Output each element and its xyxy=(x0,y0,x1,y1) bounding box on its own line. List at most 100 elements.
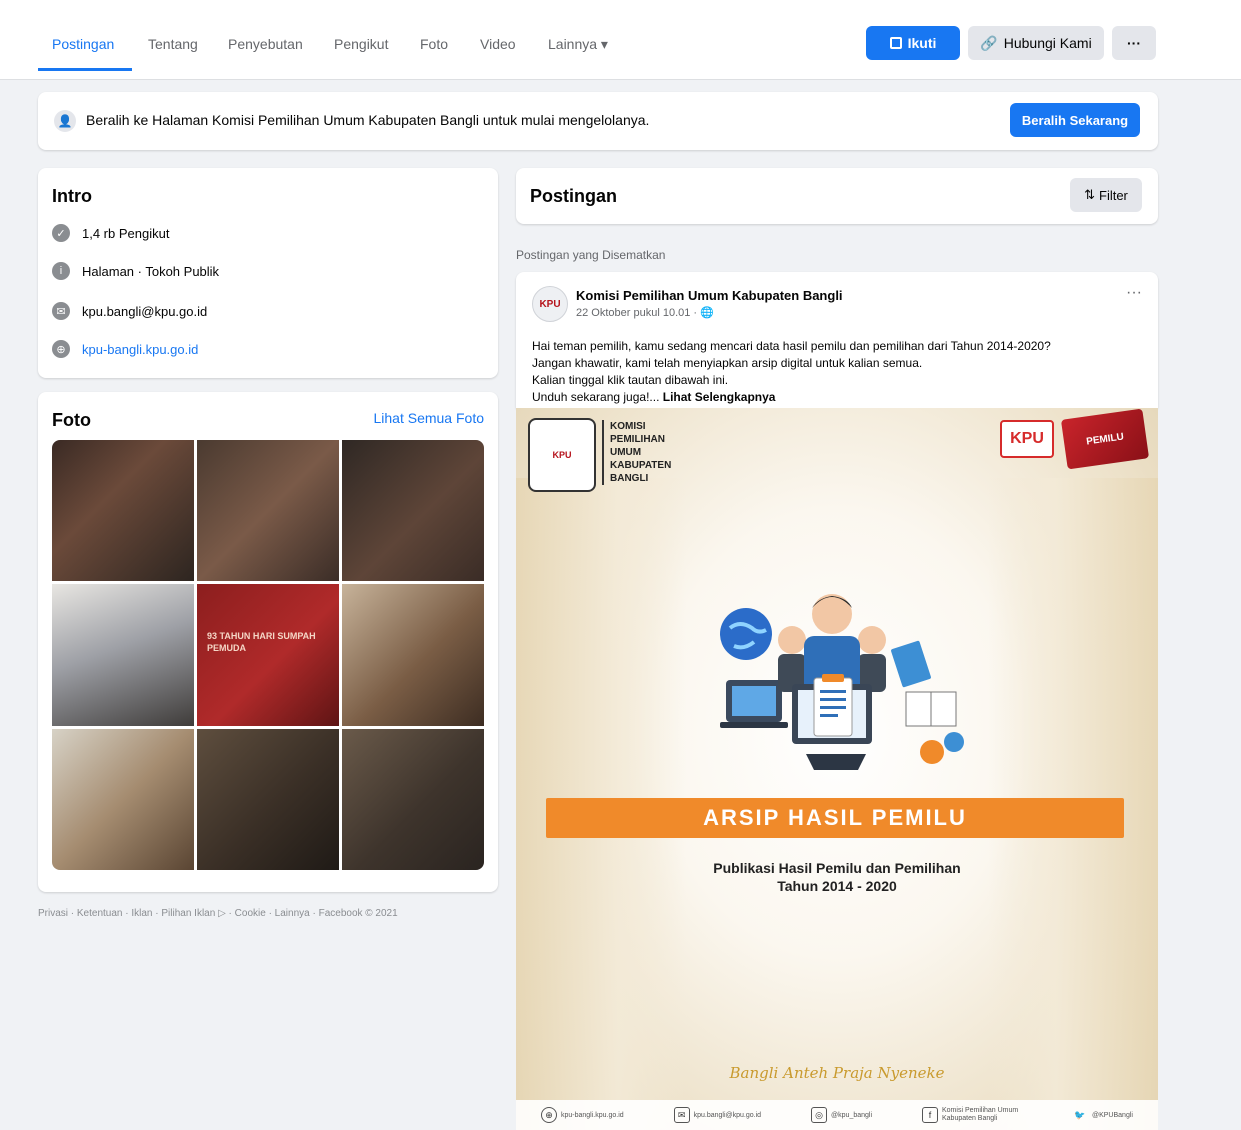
globe-icon: ⊕ xyxy=(52,340,70,358)
contact-text: @KPUBangli xyxy=(1091,1111,1133,1119)
tab-penyebutan[interactable]: Penyebutan xyxy=(228,36,303,52)
profile-switch-icon: 👤 xyxy=(54,110,76,132)
photo-thumbnail[interactable] xyxy=(52,584,194,726)
page-tab-bar: Postingan Tentang Penyebutan Pengikut Fo… xyxy=(0,0,1241,80)
kpu-badge: KPU xyxy=(1000,420,1054,458)
contact-button-label: Hubungi Kami xyxy=(1003,35,1092,51)
photo-thumbnail[interactable] xyxy=(197,728,339,870)
active-tab-indicator xyxy=(38,68,132,71)
contact-email: ✉ kpu.bangli@kpu.go.id xyxy=(673,1107,762,1123)
footer-links[interactable]: Privasi · Ketentuan · Iklan · Pilihan Ik… xyxy=(38,908,398,919)
post-timestamp[interactable]: 22 Oktober pukul 10.01 · 🌐 xyxy=(576,306,714,319)
photo-thumbnail[interactable] xyxy=(52,440,194,582)
posts-title: Postingan xyxy=(530,186,618,206)
photo-caption: 93 TAHUN HARI SUMPAH PEMUDA xyxy=(207,631,316,654)
see-more-link[interactable]: Lihat Selengkapnya xyxy=(663,390,776,404)
org-line: KABUPATEN xyxy=(610,460,672,471)
photo-grid: 93 TAHUN HARI SUMPAH PEMUDA xyxy=(52,440,484,870)
tab-tentang[interactable]: Tentang xyxy=(148,36,198,52)
tab-postingan[interactable]: Postingan xyxy=(52,36,114,52)
election-archive-illustration xyxy=(720,594,964,770)
intro-followers: ✓ 1,4 rb Pengikut xyxy=(52,224,169,242)
intro-website: ⊕ kpu-bangli.kpu.go.id xyxy=(52,340,198,358)
email-text[interactable]: kpu.bangli@kpu.go.id xyxy=(82,304,207,319)
filter-icon: ⇅ xyxy=(1084,187,1095,202)
photos-card: Foto Lihat Semua Foto 93 TAHUN HARI SUMP… xyxy=(38,392,498,892)
filter-label: Filter xyxy=(1099,187,1128,203)
category-text: Halaman · Tokoh Publik xyxy=(82,263,220,279)
page-avatar[interactable]: KPU xyxy=(532,286,568,322)
contact-text: kpu-bangli.kpu.go.id xyxy=(560,1111,624,1119)
post-line: Jangan khawatir, kami telah menyiapkan a… xyxy=(532,356,923,370)
book-illustration xyxy=(891,640,931,688)
post-more-icon[interactable]: ··· xyxy=(1126,284,1142,302)
instagram-icon: ◎ xyxy=(811,1107,828,1123)
intro-title: Intro xyxy=(52,186,92,206)
globe-icon: ⊕ xyxy=(540,1107,557,1123)
poster-subtitle-2: Tahun 2014 - 2020 xyxy=(777,878,897,894)
tab-lainnya[interactable]: Lainnya ▾ xyxy=(548,36,608,53)
org-line: UMUM xyxy=(610,447,642,458)
photo-thumbnail[interactable] xyxy=(342,440,484,582)
post-image[interactable]: KPU KOMISI PEMILIHAN UMUM KABUPATEN BANG… xyxy=(516,408,1158,1130)
kpu-org-name: KOMISI PEMILIHAN UMUM KABUPATEN BANGLI xyxy=(602,420,722,485)
post-line: Unduh sekarang juga!... Lihat Selengkapn… xyxy=(532,389,1142,406)
org-line: KOMISI xyxy=(610,421,646,432)
followers-text: 1,4 rb Pengikut xyxy=(82,225,170,241)
photo-thumbnail[interactable] xyxy=(342,584,484,726)
pinned-post-label: Postingan yang Disematkan xyxy=(516,248,666,262)
contact-text: @kpu_bangli xyxy=(831,1111,873,1119)
switch-page-banner: 👤 Beralih ke Halaman Komisi Pemilihan Um… xyxy=(38,92,1158,150)
contact-text: kpu.bangli@kpu.go.id xyxy=(693,1111,762,1119)
tab-video[interactable]: Video xyxy=(480,36,516,52)
contact-text: Komisi Pemilihan Umum Kabupaten Bangli xyxy=(942,1107,1019,1122)
globe-illustration xyxy=(720,608,772,660)
info-icon: i xyxy=(52,262,70,280)
email-icon: ✉ xyxy=(673,1107,690,1123)
see-all-photos-link[interactable]: Lihat Semua Foto xyxy=(373,410,484,426)
photo-thumbnail[interactable]: 93 TAHUN HARI SUMPAH PEMUDA xyxy=(197,584,339,726)
org-line: BANGLI xyxy=(610,473,649,484)
email-icon: ✉ xyxy=(52,302,70,320)
switch-banner-text: Beralih ke Halaman Komisi Pemilihan Umum… xyxy=(86,112,650,128)
pemilu-badge: PEMILU xyxy=(1060,408,1150,470)
post-line: Kalian tinggal klik tautan dibawah ini. xyxy=(532,373,729,387)
intro-category: i Halaman · Tokoh Publik xyxy=(52,262,219,280)
org-line: PEMILIHAN xyxy=(610,434,665,445)
contact-button[interactable]: 🔗 Hubungi Kami xyxy=(968,26,1104,60)
poster-tagline: Bangli Anteh Praja Nyeneke xyxy=(729,1064,945,1082)
poster-contact-strip: ⊕ kpu-bangli.kpu.go.id ✉ kpu.bangli@kpu.… xyxy=(516,1100,1158,1130)
follow-button[interactable]: Ikuti xyxy=(866,26,960,60)
post-line-text: Unduh sekarang juga!... xyxy=(532,390,660,404)
followers-icon: ✓ xyxy=(52,224,70,242)
post-author[interactable]: Komisi Pemilihan Umum Kabupaten Bangli xyxy=(576,288,843,303)
poster-headline: ARSIP HASIL PEMILU xyxy=(546,798,1124,838)
chat-bubble-illustration xyxy=(920,740,944,764)
person-illustration xyxy=(812,594,852,634)
more-options-button[interactable]: ··· xyxy=(1112,26,1156,60)
intro-email: ✉ kpu.bangli@kpu.go.id xyxy=(52,302,207,320)
tab-foto[interactable]: Foto xyxy=(420,36,448,52)
contact-website: ⊕ kpu-bangli.kpu.go.id xyxy=(540,1107,624,1123)
contact-facebook: f Komisi Pemilihan Umum Kabupaten Bangli xyxy=(922,1107,1022,1123)
website-link[interactable]: kpu-bangli.kpu.go.id xyxy=(82,342,198,357)
intro-card: Intro ✓ 1,4 rb Pengikut i Halaman · Toko… xyxy=(38,168,498,378)
facebook-icon: f xyxy=(922,1107,938,1123)
photo-thumbnail[interactable] xyxy=(52,728,194,870)
filter-button[interactable]: ⇅ Filter xyxy=(1070,178,1142,212)
switch-now-button[interactable]: Beralih Sekarang xyxy=(1010,103,1140,137)
photos-title: Foto xyxy=(52,410,91,430)
poster-subtitle-1: Publikasi Hasil Pemilu dan Pemilihan xyxy=(713,860,961,876)
link-icon: 🔗 xyxy=(980,34,998,51)
follow-icon xyxy=(889,37,902,49)
kpu-logo: KPU xyxy=(528,418,596,492)
pinned-post: KPU Komisi Pemilihan Umum Kabupaten Bang… xyxy=(516,272,1158,408)
photo-thumbnail[interactable] xyxy=(342,728,484,870)
post-text: Hai teman pemilih, kamu sedang mencari d… xyxy=(532,338,1142,406)
contact-twitter: 🐦 @KPUBangli xyxy=(1072,1107,1133,1123)
tab-pengikut[interactable]: Pengikut xyxy=(334,36,388,52)
photo-thumbnail[interactable] xyxy=(197,440,339,582)
follow-button-label: Ikuti xyxy=(907,35,937,51)
contact-instagram: ◎ @kpu_bangli xyxy=(811,1107,872,1123)
twitter-icon: 🐦 xyxy=(1074,1109,1086,1120)
